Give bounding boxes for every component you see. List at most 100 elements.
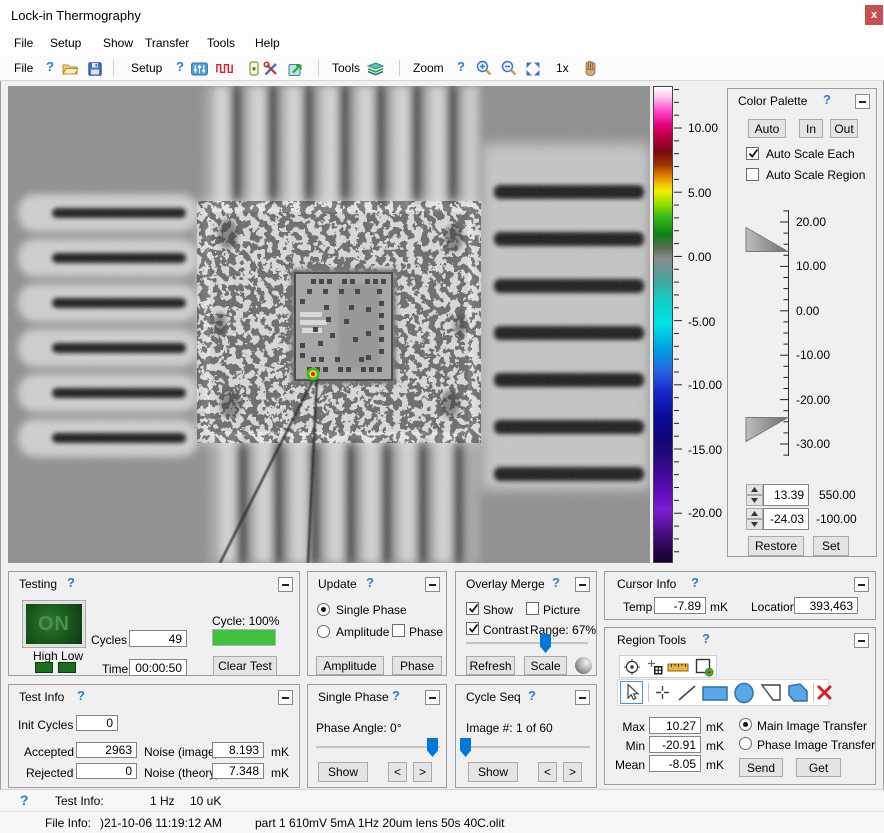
upper-value-spinner[interactable] xyxy=(746,484,763,506)
location-field[interactable]: 393,463 xyxy=(794,597,858,614)
temp-field[interactable]: -7.89 xyxy=(654,597,706,614)
collapse-button[interactable] xyxy=(575,690,590,705)
scale-button[interactable]: Scale xyxy=(524,656,567,675)
region-rect-marker-icon[interactable] xyxy=(694,657,714,677)
collapse-button[interactable] xyxy=(854,633,869,648)
help-icon[interactable]: ? xyxy=(552,576,560,590)
phase-button[interactable]: Phase xyxy=(392,656,442,675)
rejected-field[interactable]: 0 xyxy=(76,763,137,779)
save-icon[interactable] xyxy=(86,60,103,77)
contrast-slider-track[interactable] xyxy=(466,642,588,645)
init-cycles-field[interactable]: 0 xyxy=(76,715,118,731)
menu-setup[interactable]: Setup xyxy=(50,30,81,56)
phase-checkbox[interactable] xyxy=(392,624,405,637)
select-arrow-tool[interactable] xyxy=(620,681,643,704)
next-button[interactable]: > xyxy=(413,762,432,782)
help-icon[interactable]: ? xyxy=(823,93,831,107)
status-help-icon[interactable]: ? xyxy=(20,793,29,807)
in-button[interactable]: In xyxy=(799,119,823,138)
set-button[interactable]: Set xyxy=(813,536,849,556)
noise-image-field[interactable]: 8.193 xyxy=(212,742,264,758)
help-icon[interactable]: ? xyxy=(77,689,85,703)
help-icon[interactable]: ? xyxy=(67,576,75,590)
polyline-tool[interactable] xyxy=(760,683,782,703)
tools-wrench-icon[interactable] xyxy=(262,60,279,77)
rectangle-tool[interactable] xyxy=(702,686,728,701)
clear-test-button[interactable]: Clear Test xyxy=(213,656,277,676)
contrast-slider-thumb[interactable] xyxy=(540,634,551,653)
collapse-button[interactable] xyxy=(425,577,440,592)
upper-range-handle[interactable] xyxy=(746,228,788,252)
zoom-out-icon[interactable] xyxy=(501,60,518,77)
menu-help[interactable]: Help xyxy=(255,30,280,56)
palette-range-slider[interactable] xyxy=(728,206,878,461)
single-phase-radio[interactable] xyxy=(317,603,330,616)
layers-icon[interactable] xyxy=(367,60,384,77)
send-button[interactable]: Send xyxy=(739,758,783,777)
pan-hand-icon[interactable] xyxy=(582,60,599,77)
close-button[interactable]: x xyxy=(865,5,883,25)
mixer-settings-icon[interactable] xyxy=(191,60,208,77)
lower-value-spinner[interactable] xyxy=(746,508,763,530)
show-button[interactable]: Show xyxy=(318,762,368,782)
max-field[interactable]: 10.27 xyxy=(649,717,701,734)
bullseye-marker-icon[interactable] xyxy=(623,658,641,676)
phase-slider-thumb[interactable] xyxy=(427,738,438,757)
phase-slider-track[interactable] xyxy=(316,746,440,749)
menu-tools[interactable]: Tools xyxy=(207,30,235,56)
upper-value-field[interactable]: 13.39 xyxy=(763,484,809,506)
contrast-checkbox[interactable] xyxy=(466,622,479,635)
collapse-button[interactable] xyxy=(854,577,869,592)
help-icon[interactable]: ? xyxy=(528,689,536,703)
refresh-button[interactable]: Refresh xyxy=(466,656,515,675)
ruler-icon[interactable] xyxy=(667,658,689,676)
prev-button[interactable]: < xyxy=(538,762,557,782)
pixel-target-icon[interactable] xyxy=(646,658,664,676)
restore-button[interactable]: Restore xyxy=(748,536,804,556)
battery-icon[interactable] xyxy=(245,60,262,77)
sphere-icon[interactable] xyxy=(575,657,592,674)
phase-image-transfer-radio[interactable] xyxy=(739,737,752,750)
auto-button[interactable]: Auto xyxy=(748,119,786,138)
main-image-transfer-radio[interactable] xyxy=(739,718,752,731)
cycle-slider-thumb[interactable] xyxy=(460,738,471,757)
lower-range-handle[interactable] xyxy=(746,418,788,442)
mean-field[interactable]: -8.05 xyxy=(649,755,701,772)
accepted-field[interactable]: 2963 xyxy=(76,742,137,758)
collapse-button[interactable] xyxy=(575,577,590,592)
setup-help-icon[interactable]: ? xyxy=(176,60,184,74)
on-indicator-button[interactable]: ON xyxy=(22,600,86,648)
out-button[interactable]: Out xyxy=(830,119,858,138)
help-icon[interactable]: ? xyxy=(702,632,710,646)
picture-checkbox[interactable] xyxy=(526,602,539,615)
amplitude-button[interactable]: Amplitude xyxy=(316,656,384,675)
show-button[interactable]: Show xyxy=(468,762,518,782)
collapse-button[interactable] xyxy=(855,94,870,109)
prev-button[interactable]: < xyxy=(388,762,407,782)
collapse-button[interactable] xyxy=(278,690,293,705)
cycle-slider-track[interactable] xyxy=(464,746,590,749)
show-checkbox[interactable] xyxy=(466,602,479,615)
get-button[interactable]: Get xyxy=(796,758,841,777)
polygon-tool[interactable] xyxy=(786,682,810,704)
ellipse-tool[interactable] xyxy=(733,682,755,704)
auto-scale-each-checkbox[interactable] xyxy=(746,147,759,160)
amplitude-radio[interactable] xyxy=(317,625,330,638)
help-icon[interactable]: ? xyxy=(392,689,400,703)
open-folder-icon[interactable] xyxy=(61,60,78,77)
cycles-field[interactable]: 49 xyxy=(129,630,187,647)
next-button[interactable]: > xyxy=(563,762,582,782)
file-help-icon[interactable]: ? xyxy=(46,60,54,74)
collapse-button[interactable] xyxy=(425,690,440,705)
time-field[interactable]: 00:00:50 xyxy=(129,659,187,676)
noise-theory-field[interactable]: 7.348 xyxy=(212,763,264,779)
thermal-image[interactable] xyxy=(8,86,650,563)
menu-transfer[interactable]: Transfer xyxy=(145,30,189,56)
zoom-help-icon[interactable]: ? xyxy=(457,60,465,74)
line-tool[interactable] xyxy=(676,683,698,703)
square-wave-icon[interactable] xyxy=(216,60,233,77)
menu-file[interactable]: File xyxy=(14,30,33,56)
delete-region-tool[interactable] xyxy=(816,684,833,701)
lower-value-field[interactable]: -24.03 xyxy=(763,508,809,530)
collapse-button[interactable] xyxy=(278,577,293,592)
